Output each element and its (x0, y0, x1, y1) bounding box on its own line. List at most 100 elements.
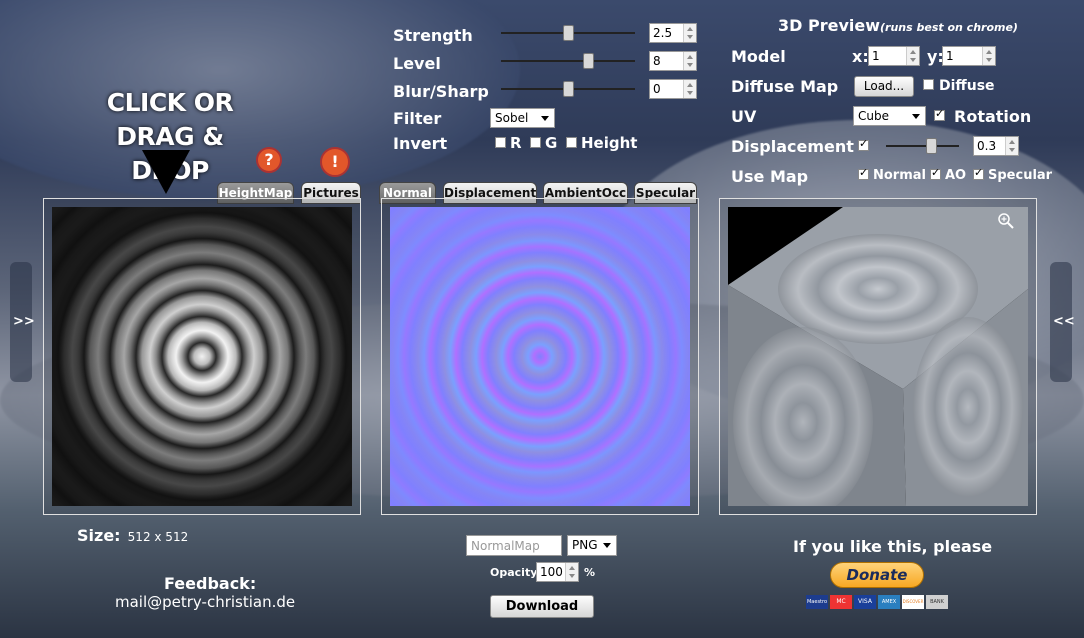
down-arrow-icon (142, 150, 190, 194)
model-x-value: 1 (872, 49, 880, 63)
zoom-icon[interactable] (998, 213, 1014, 229)
strength-value: 2.5 (653, 26, 673, 40)
preview-title-text: 3D Preview (778, 16, 880, 35)
size-value: 512 x 512 (127, 530, 189, 544)
level-input[interactable]: 8 (649, 51, 697, 71)
use-specular-checkbox[interactable] (973, 166, 984, 180)
displacement-value: 0.3 (977, 139, 997, 153)
preview3d-panel[interactable] (719, 198, 1037, 515)
preview3d-canvas[interactable] (728, 207, 1028, 506)
blur-sharp-slider[interactable] (501, 81, 635, 97)
spinner-arrows-icon[interactable] (683, 24, 696, 42)
filename-input[interactable]: NormalMap (466, 535, 562, 556)
use-specular-label: Specular (988, 168, 1053, 183)
card-mastercard-icon: MC (830, 595, 852, 609)
model-x-label: x: (852, 47, 869, 66)
level-slider[interactable] (501, 53, 635, 69)
use-normal-checkbox[interactable] (858, 166, 869, 180)
filter-select[interactable]: Sobel (490, 108, 555, 128)
donate-text: If you like this, please (793, 537, 993, 556)
use-map-label: Use Map (731, 167, 809, 186)
use-normal-label: Normal (873, 168, 926, 183)
opacity-input[interactable]: 100 (536, 562, 579, 582)
invert-r-label: R (510, 134, 522, 152)
format-select[interactable]: PNG (567, 535, 617, 556)
expand-left-button[interactable]: >> (10, 262, 35, 382)
preview-subtitle: (runs best on chrome) (880, 21, 1018, 34)
invert-g-checkbox[interactable] (530, 137, 541, 148)
level-value: 8 (653, 54, 661, 68)
invert-label: Invert (393, 134, 448, 153)
use-ao-label: AO (945, 168, 967, 183)
strength-input[interactable]: 2.5 (649, 23, 697, 43)
size-info: Size: 512 x 512 (77, 526, 188, 545)
model-label: Model (731, 47, 786, 66)
spinner-arrows-icon[interactable] (906, 47, 919, 65)
opacity-percent: % (584, 566, 596, 579)
level-slider-thumb[interactable] (583, 53, 594, 69)
spinner-arrows-icon[interactable] (982, 47, 995, 65)
rotation-label: Rotation (954, 107, 1032, 126)
level-label: Level (393, 54, 441, 73)
diffuse-map-label: Diffuse Map (731, 77, 839, 96)
uv-select[interactable]: Cube (853, 106, 926, 126)
cube-render (728, 207, 1028, 506)
filter-value: Sobel (495, 111, 529, 125)
size-label: Size: (77, 526, 121, 545)
model-y-value: 1 (946, 49, 954, 63)
card-amex-icon: AMEX (878, 595, 900, 609)
normalmap-panel[interactable] (381, 198, 699, 515)
filter-label: Filter (393, 109, 442, 128)
blur-sharp-input[interactable]: 0 (649, 79, 697, 99)
displacement-checkbox[interactable] (858, 137, 869, 151)
feedback-label: Feedback: (164, 574, 257, 593)
blur-sharp-label: Blur/Sharp (393, 82, 489, 101)
format-value: PNG (572, 538, 598, 552)
collapse-right-label: << (1053, 314, 1075, 329)
strength-label: Strength (393, 26, 473, 45)
invert-height-label: Height (581, 134, 638, 152)
invert-r-checkbox[interactable] (495, 137, 506, 148)
spinner-arrows-icon[interactable] (565, 563, 578, 581)
diffuse-checkbox-label: Diffuse (939, 78, 995, 94)
displacement-slider[interactable] (886, 138, 959, 154)
drop-hint-line1: CLICK OR (106, 88, 234, 117)
use-ao-checkbox[interactable] (930, 166, 941, 180)
diffuse-checkbox[interactable] (923, 79, 934, 90)
normalmap-fade (390, 207, 690, 506)
model-x-input[interactable]: 1 (868, 46, 920, 66)
opacity-value: 100 (540, 565, 563, 579)
expand-left-label: >> (13, 314, 35, 329)
feedback-email[interactable]: mail@petry-christian.de (115, 593, 295, 611)
uv-label: UV (731, 107, 757, 126)
card-discover-icon: DISCOVER (902, 595, 924, 609)
strength-slider-thumb[interactable] (563, 25, 574, 41)
spinner-arrows-icon[interactable] (1005, 137, 1018, 155)
download-button[interactable]: Download (490, 595, 594, 618)
spinner-arrows-icon[interactable] (683, 52, 696, 70)
card-visa-icon: VISA (854, 595, 876, 609)
displacement-input[interactable]: 0.3 (973, 136, 1019, 156)
help-icon[interactable]: ? (256, 147, 282, 173)
card-bank-icon: BANK (926, 595, 948, 609)
strength-slider[interactable] (501, 25, 635, 41)
heightmap-fade (52, 207, 352, 506)
card-maestro-icon: Maestro (806, 595, 828, 609)
preview-title: 3D Preview(runs best on chrome) (778, 16, 1018, 35)
blur-sharp-value: 0 (653, 82, 661, 96)
model-y-input[interactable]: 1 (942, 46, 996, 66)
cube-right-rings (913, 317, 1023, 497)
rotation-checkbox[interactable] (934, 107, 945, 121)
displacement-label: Displacement (731, 137, 854, 156)
load-diffuse-button[interactable]: Load... (854, 76, 914, 97)
invert-g-label: G (545, 134, 558, 152)
donate-button[interactable]: Donate (830, 562, 924, 588)
collapse-right-button[interactable]: << (1050, 262, 1075, 382)
blur-sharp-slider-thumb[interactable] (563, 81, 574, 97)
displacement-slider-thumb[interactable] (926, 138, 937, 154)
info-icon[interactable]: ! (320, 147, 350, 177)
heightmap-panel[interactable] (43, 198, 361, 515)
invert-height-checkbox[interactable] (566, 137, 577, 148)
payment-cards: Maestro MC VISA AMEX DISCOVER BANK (806, 594, 948, 609)
spinner-arrows-icon[interactable] (683, 80, 696, 98)
